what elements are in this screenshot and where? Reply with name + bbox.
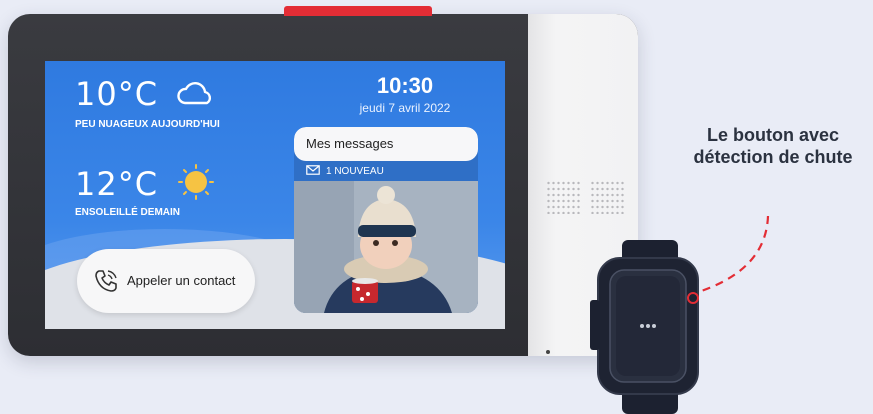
tomorrow-weather-label: ENSOLEILLÉ DEMAIN (75, 207, 181, 218)
sun-icon (177, 163, 215, 206)
call-contact-label: Appeler un contact (127, 273, 236, 288)
speaker-grille-right (590, 180, 626, 214)
new-messages-count: 1 NOUVEAU (326, 166, 384, 177)
call-contact-button[interactable]: Appeler un contact (77, 249, 255, 313)
phone-icon (93, 268, 119, 299)
today-weather-label: PEU NUAGEUX AUJOURD'HUI (75, 119, 220, 130)
fall-detection-callout: Le bouton avec détection de chute (693, 125, 853, 167)
clock-date: jeudi 7 avril 2022 (359, 101, 451, 115)
speaker-grille-left (546, 180, 582, 214)
message-photo (294, 181, 478, 313)
fall-detection-button-marker (685, 290, 701, 311)
messages-title: Mes messages (294, 127, 478, 161)
new-messages-badge: 1 NOUVEAU (306, 165, 384, 178)
clock-time: 10:30 (376, 73, 434, 98)
smartwatch-device (590, 240, 699, 414)
tablet-device: 10°C PEU NUAGEUX AUJOURD'HUI 12°C ENSOLE… (8, 14, 638, 356)
today-temperature: 10°C (75, 75, 159, 113)
sensor-dot (546, 350, 550, 354)
tablet-top-button (284, 6, 432, 16)
cloud-icon (173, 79, 215, 114)
envelope-icon (306, 165, 320, 178)
messages-card[interactable]: Mes messages 1 NOUVEAU (294, 127, 478, 313)
tomorrow-temperature: 12°C (75, 165, 159, 203)
tablet-screen: 10°C PEU NUAGEUX AUJOURD'HUI 12°C ENSOLE… (45, 61, 505, 329)
